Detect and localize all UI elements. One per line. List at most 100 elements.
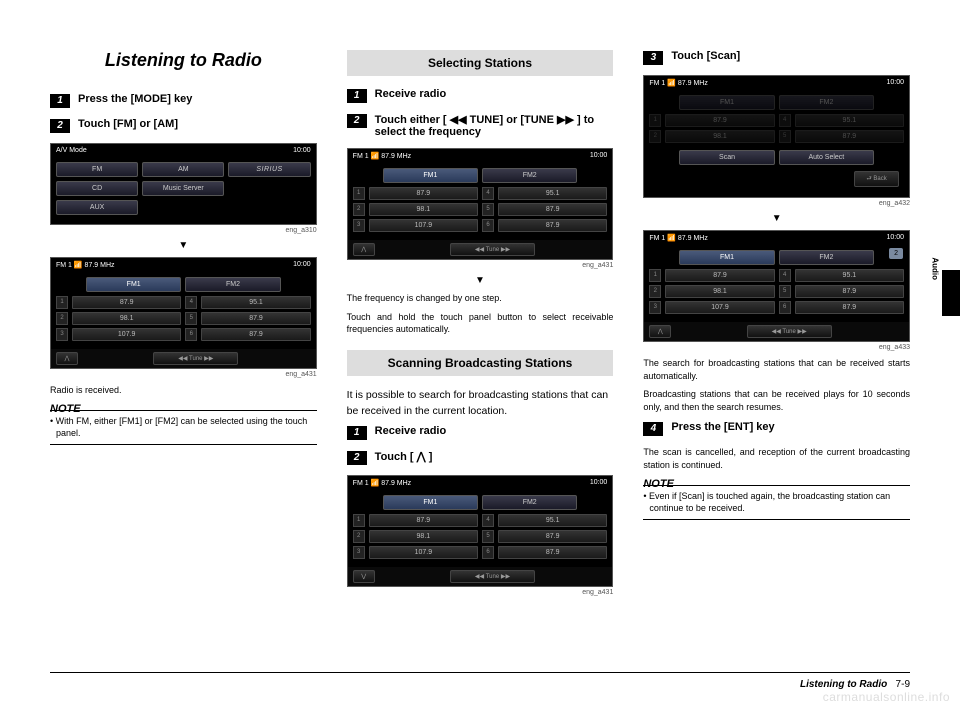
music-server-button[interactable]: Music Server bbox=[142, 181, 224, 196]
am-button[interactable]: AM bbox=[142, 162, 224, 177]
step-1: 1 Press the [MODE] key bbox=[50, 93, 317, 108]
shot-title: FM 1 📶 87.9 MHz bbox=[353, 152, 412, 160]
down-arrow-icon: ▼ bbox=[643, 213, 910, 224]
preset-button[interactable]: 87.9 bbox=[795, 301, 904, 314]
main-title: Listening to Radio bbox=[50, 50, 317, 71]
cd-button[interactable]: CD bbox=[56, 181, 138, 196]
preset-index: 4 bbox=[482, 187, 494, 200]
side-label: Audio bbox=[931, 257, 940, 280]
collapse-button[interactable]: ⋁ bbox=[353, 570, 375, 583]
preset-index: 3 bbox=[353, 546, 365, 559]
preset-button[interactable]: 87.9 bbox=[498, 219, 607, 232]
preset-button[interactable]: 98.1 bbox=[665, 285, 774, 298]
preset-button[interactable]: 87.9 bbox=[498, 530, 607, 543]
tune-button[interactable]: ◀◀ Tune ▶▶ bbox=[450, 570, 535, 583]
expand-button[interactable]: ⋀ bbox=[56, 352, 78, 365]
preset-index: 2 bbox=[649, 130, 661, 143]
preset-index: 6 bbox=[185, 328, 197, 341]
preset-index: 5 bbox=[779, 130, 791, 143]
preset-button[interactable]: 87.9 bbox=[795, 285, 904, 298]
body-text: Broadcasting stations that can be receiv… bbox=[643, 388, 910, 413]
preset-button[interactable]: 107.9 bbox=[665, 301, 774, 314]
preset-button[interactable]: 87.9 bbox=[369, 187, 478, 200]
watermark: carmanualsonline.info bbox=[823, 690, 950, 704]
preset-button[interactable]: 95.1 bbox=[201, 296, 310, 309]
fm2-tab[interactable]: FM2 bbox=[185, 277, 280, 292]
step-2: 2 Touch either [ ◀◀ TUNE] or [TUNE ▶▶ ] … bbox=[347, 113, 614, 138]
preset-button[interactable]: 107.9 bbox=[369, 219, 478, 232]
image-caption: eng_a431 bbox=[347, 589, 614, 596]
page-footer: Listening to Radio 7-9 bbox=[800, 679, 910, 690]
step-text: Touch either [ ◀◀ TUNE] or [TUNE ▶▶ ] to… bbox=[375, 113, 614, 138]
preset-index: 1 bbox=[353, 514, 365, 527]
preset-index: 4 bbox=[779, 114, 791, 127]
section-header: Scanning Broadcasting Stations bbox=[347, 350, 614, 376]
auto-select-button[interactable]: Auto Select bbox=[779, 150, 874, 165]
body-text: It is possible to search for broadcastin… bbox=[347, 388, 614, 420]
body-text: Radio is received. bbox=[50, 384, 317, 397]
image-caption: eng_a433 bbox=[643, 344, 910, 351]
footer-page: 7-9 bbox=[896, 679, 910, 690]
tune-button[interactable]: ◀◀ Tune ▶▶ bbox=[747, 325, 832, 338]
preset-index: 4 bbox=[185, 296, 197, 309]
scan-button[interactable]: Scan bbox=[679, 150, 774, 165]
screenshot-fm-presets: FM 1 📶 87.9 MHz 10:00 FM1 FM2 1 87.9 4 9… bbox=[50, 257, 317, 369]
screenshot-fm-expand: FM 1 📶 87.9 MHz 10:00 FM1 FM2 1 87.9 4 9… bbox=[347, 475, 614, 587]
page-content: Listening to Radio 1 Press the [MODE] ke… bbox=[50, 50, 910, 602]
preset-button: 87.9 bbox=[665, 114, 774, 127]
fm1-tab[interactable]: FM1 bbox=[383, 168, 478, 183]
fm2-tab[interactable]: FM2 bbox=[482, 168, 577, 183]
fm1-tab[interactable]: FM1 bbox=[383, 495, 478, 510]
preset-button: 98.1 bbox=[665, 130, 774, 143]
preset-button[interactable]: 95.1 bbox=[498, 514, 607, 527]
step-2: 2 Touch [FM] or [AM] bbox=[50, 118, 317, 133]
preset-button[interactable]: 107.9 bbox=[369, 546, 478, 559]
preset-index: 2 bbox=[56, 312, 68, 325]
preset-index: 6 bbox=[779, 301, 791, 314]
preset-button[interactable]: 98.1 bbox=[369, 530, 478, 543]
preset-button[interactable]: 87.9 bbox=[665, 269, 774, 282]
tune-button[interactable]: ◀◀ Tune ▶▶ bbox=[153, 352, 238, 365]
preset-button[interactable]: 87.9 bbox=[201, 328, 310, 341]
expand-button[interactable]: ⋀ bbox=[649, 325, 671, 338]
preset-button[interactable]: 107.9 bbox=[72, 328, 181, 341]
step-text: Touch [ ⋀ ] bbox=[375, 450, 433, 463]
fm1-tab[interactable]: FM1 bbox=[679, 95, 774, 110]
shot-title: FM 1 📶 87.9 MHz bbox=[56, 261, 115, 269]
preset-button[interactable]: 98.1 bbox=[369, 203, 478, 216]
preset-index: 6 bbox=[482, 219, 494, 232]
step-text: Press the [MODE] key bbox=[78, 93, 192, 105]
preset-button[interactable]: 87.9 bbox=[72, 296, 181, 309]
step-number-icon: 2 bbox=[347, 114, 367, 128]
shot-time: 10:00 bbox=[886, 234, 904, 242]
preset-button[interactable]: 87.9 bbox=[498, 546, 607, 559]
fm2-tab[interactable]: FM2 bbox=[482, 495, 577, 510]
fm1-tab[interactable]: FM1 bbox=[86, 277, 181, 292]
step-text: Receive radio bbox=[375, 425, 447, 437]
step-1: 1 Receive radio bbox=[347, 425, 614, 440]
step-2: 2 Touch [ ⋀ ] bbox=[347, 450, 614, 465]
sirius-button[interactable]: SIRIUS bbox=[228, 162, 310, 177]
back-button[interactable]: ⮐ Back bbox=[854, 171, 899, 187]
shot-time: 10:00 bbox=[293, 261, 311, 269]
step-number-icon: 1 bbox=[347, 426, 367, 440]
preset-button[interactable]: 95.1 bbox=[498, 187, 607, 200]
note-text: • Even if [Scan] is touched again, the b… bbox=[643, 490, 910, 515]
preset-button[interactable]: 98.1 bbox=[72, 312, 181, 325]
note-label: NOTE bbox=[643, 478, 910, 490]
fm2-tab[interactable]: FM2 bbox=[779, 95, 874, 110]
aux-button[interactable]: AUX bbox=[56, 200, 138, 215]
shot-title: FM 1 📶 87.9 MHz bbox=[649, 79, 708, 87]
step-number-icon: 1 bbox=[347, 89, 367, 103]
preset-button[interactable]: 95.1 bbox=[795, 269, 904, 282]
shot-title: A/V Mode bbox=[56, 147, 87, 154]
preset-button[interactable]: 87.9 bbox=[369, 514, 478, 527]
preset-button[interactable]: 87.9 bbox=[201, 312, 310, 325]
preset-button[interactable]: 87.9 bbox=[498, 203, 607, 216]
shot-title: FM 1 📶 87.9 MHz bbox=[353, 479, 412, 487]
fm-button[interactable]: FM bbox=[56, 162, 138, 177]
expand-button[interactable]: ⋀ bbox=[353, 243, 375, 256]
fm2-tab[interactable]: FM2 bbox=[779, 250, 874, 265]
fm1-tab[interactable]: FM1 bbox=[679, 250, 774, 265]
tune-button[interactable]: ◀◀ Tune ▶▶ bbox=[450, 243, 535, 256]
